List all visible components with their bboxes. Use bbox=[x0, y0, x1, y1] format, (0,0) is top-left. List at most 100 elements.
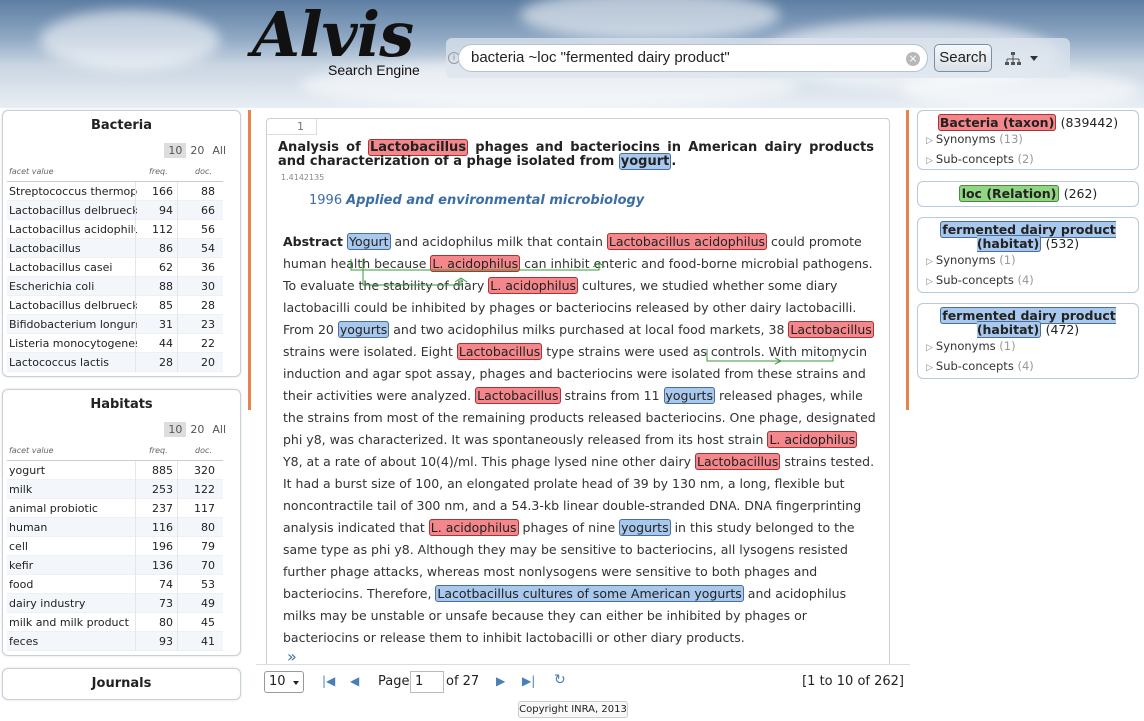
facet-pager-10[interactable]: 10 bbox=[164, 143, 187, 158]
concept-sub-synonyms[interactable]: ▷ Synonyms (1) bbox=[918, 337, 1138, 357]
facet-row[interactable]: Lactobacillus casei 62 36 bbox=[7, 258, 223, 277]
facet-row[interactable]: Lactobacillus acidophilus 112 56 bbox=[7, 220, 223, 239]
concept-name[interactable]: fermented dairy product (habitat) bbox=[940, 307, 1116, 338]
concept-name[interactable]: Bacteria (taxon) bbox=[937, 114, 1057, 131]
facet-doc: 22 bbox=[177, 334, 219, 353]
taxon-highlight[interactable]: L. acidophilus bbox=[488, 277, 579, 294]
facet-row[interactable]: Lactobacillus delbrueckii 94 66 bbox=[7, 201, 223, 220]
pagination-bar: 10 |◀ ◀ Page 1 of 27 ▶ ▶| ↻ [1 to 10 of … bbox=[256, 664, 910, 698]
refresh-icon[interactable]: ↻ bbox=[554, 672, 566, 688]
facet-value: Lactobacillus delbrueckii bbox=[9, 204, 137, 217]
column-facet-value: facet value bbox=[9, 446, 54, 455]
page-input[interactable]: 1 bbox=[410, 671, 444, 693]
facet-row[interactable]: human 116 80 bbox=[7, 518, 223, 537]
facet-value: food bbox=[9, 578, 34, 591]
facet-row[interactable]: Lactococcus lactis 28 20 bbox=[7, 353, 223, 372]
concept-name[interactable]: loc (Relation) bbox=[958, 185, 1060, 202]
facet-value: feces bbox=[9, 635, 39, 648]
facet-freq: 28 bbox=[135, 353, 177, 372]
chevron-down-icon[interactable] bbox=[1030, 56, 1038, 61]
page-count: of 27 bbox=[446, 674, 480, 689]
concept-sub-sub-concepts[interactable]: ▷ Sub-concepts (4) bbox=[918, 357, 1138, 377]
facet-doc: 53 bbox=[177, 575, 219, 594]
concept-sub-sub-concepts[interactable]: ▷ Sub-concepts (2) bbox=[918, 150, 1138, 170]
concept-loc-relation: loc (Relation) (262) bbox=[917, 181, 1139, 207]
facet-value: Lactobacillus acidophilus bbox=[9, 223, 137, 236]
facet-row[interactable]: Lactobacillus delbrueckii 85 28 bbox=[7, 296, 223, 315]
facet-row[interactable]: Escherichia coli 88 30 bbox=[7, 277, 223, 296]
facet-row[interactable]: milk 253 122 bbox=[7, 480, 223, 499]
facet-value: Streptococcus thermophi bbox=[9, 185, 137, 198]
text-run: strains were isolated. Eight bbox=[283, 344, 457, 359]
facet-row[interactable]: kefir 136 70 bbox=[7, 556, 223, 575]
facet-pager-20[interactable]: 20 bbox=[186, 143, 208, 158]
concept-title: loc (Relation) (262) bbox=[918, 185, 1138, 202]
last-page-icon[interactable]: ▶| bbox=[522, 674, 535, 688]
journal-name[interactable]: Applied and environmental microbiology bbox=[346, 193, 644, 208]
taxon-highlight[interactable]: Lactobacillus acidophilus bbox=[606, 233, 768, 250]
taxon-highlight[interactable]: Lactobacillus bbox=[788, 321, 874, 338]
habitat-highlight[interactable]: Yogurt bbox=[347, 233, 391, 250]
document-title[interactable]: Analysis of Lactobacillus phages and bac… bbox=[278, 139, 874, 170]
splitter-right[interactable] bbox=[906, 110, 909, 410]
facet-row[interactable]: food 74 53 bbox=[7, 575, 223, 594]
facet-value: kefir bbox=[9, 559, 34, 572]
facet-row[interactable]: Listeria monocytogenes 44 22 bbox=[7, 334, 223, 353]
facet-row[interactable]: Bifidobacterium longum 31 23 bbox=[7, 315, 223, 334]
habitat-highlight[interactable]: yogurts bbox=[619, 519, 671, 536]
facet-freq: 74 bbox=[135, 575, 177, 594]
taxon-highlight[interactable]: L. acidophilus bbox=[428, 519, 519, 536]
habitat-highlight[interactable]: yogurts bbox=[337, 321, 390, 338]
facet-value: dairy industry bbox=[9, 597, 86, 610]
splitter-left[interactable] bbox=[248, 110, 251, 410]
facet-value: human bbox=[9, 521, 48, 534]
facet-row[interactable]: animal probiotic 237 117 bbox=[7, 499, 223, 518]
facet-pager-all[interactable]: All bbox=[208, 143, 230, 158]
taxon-highlight[interactable]: Lactobacillus bbox=[456, 343, 543, 360]
hierarchy-icon[interactable] bbox=[1004, 52, 1022, 66]
facet-row[interactable]: feces 93 41 bbox=[7, 632, 223, 651]
facet-row[interactable]: yogurt 885 320 bbox=[7, 461, 223, 480]
concept-sub-count: (4) bbox=[1017, 273, 1034, 287]
facet-journals[interactable]: Journals bbox=[2, 668, 241, 700]
facet-doc: 66 bbox=[177, 201, 219, 220]
concept-name[interactable]: fermented dairy product (habitat) bbox=[940, 221, 1116, 252]
prev-page-icon[interactable]: ◀ bbox=[350, 674, 359, 688]
first-page-icon[interactable]: |◀ bbox=[322, 674, 335, 688]
facet-row[interactable]: milk and milk product 80 45 bbox=[7, 613, 223, 632]
taxon-highlight[interactable]: Lactobacillus bbox=[695, 453, 781, 470]
facet-freq: 196 bbox=[135, 537, 177, 556]
next-page-icon[interactable]: ▶ bbox=[496, 674, 505, 688]
facet-title: Journals bbox=[91, 676, 152, 691]
facet-value: animal probiotic bbox=[9, 502, 98, 515]
facet-pager-10[interactable]: 10 bbox=[164, 422, 187, 437]
concept-sub-label: Sub-concepts bbox=[935, 273, 1014, 287]
concept-sub-count: (4) bbox=[1017, 359, 1034, 373]
facet-row[interactable]: cell 196 79 bbox=[7, 537, 223, 556]
text-run: . bbox=[671, 154, 677, 169]
facet-pager-20[interactable]: 20 bbox=[186, 422, 208, 437]
concept-sub-synonyms[interactable]: ▷ Synonyms (1) bbox=[918, 251, 1138, 271]
facet-pager-all[interactable]: All bbox=[208, 422, 230, 437]
facet-doc: 88 bbox=[177, 182, 219, 201]
facet-habitats: Habitats 10 20 All facet value freq. doc. yogur… bbox=[2, 389, 241, 656]
clear-icon[interactable]: × bbox=[906, 52, 920, 66]
search-input[interactable]: bacteria ~loc "fermented dairy product" bbox=[458, 44, 928, 72]
concept-title: fermented dairy product (habitat) (472) bbox=[918, 307, 1138, 338]
page-size-select[interactable]: 10 bbox=[264, 671, 304, 693]
concept-sub-sub-concepts[interactable]: ▷ Sub-concepts (4) bbox=[918, 271, 1138, 291]
facet-value: Listeria monocytogenes bbox=[9, 337, 137, 350]
facet-row[interactable]: Streptococcus thermophi 166 88 bbox=[7, 182, 223, 201]
facet-row[interactable]: dairy industry 73 49 bbox=[7, 594, 223, 613]
taxon-highlight[interactable]: L. acidophilus bbox=[767, 431, 858, 448]
habitat-highlight[interactable]: Lacotbacillus cultures of some American … bbox=[435, 585, 744, 602]
habitat-highlight[interactable]: yogurts bbox=[663, 387, 715, 404]
search-button[interactable]: Search bbox=[934, 44, 992, 72]
concept-sub-synonyms[interactable]: ▷ Synonyms (13) bbox=[918, 130, 1138, 150]
habitat-highlight[interactable]: yogurt bbox=[618, 153, 672, 170]
results-panel: 1 Analysis of Lactobacillus phages and b… bbox=[256, 108, 910, 678]
facet-row[interactable]: Lactobacillus 86 54 bbox=[7, 239, 223, 258]
taxon-highlight[interactable]: L. acidophilus bbox=[430, 255, 521, 272]
taxon-highlight[interactable]: Lactobacillus bbox=[475, 387, 561, 404]
concept-sub-count: (13) bbox=[999, 132, 1023, 146]
